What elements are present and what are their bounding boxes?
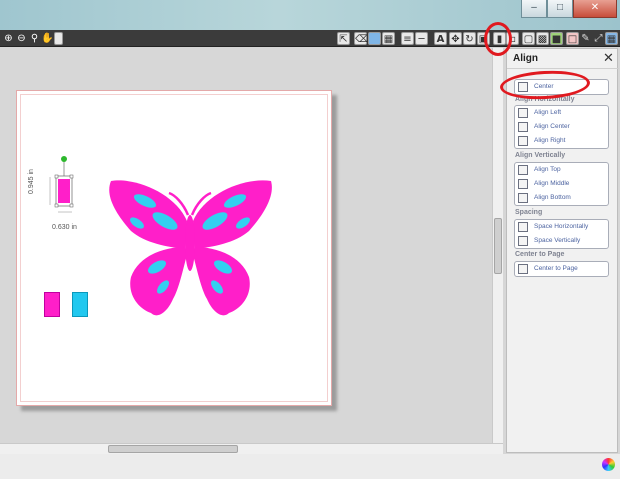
pink-rectangle[interactable] — [44, 292, 60, 317]
height-dimension-label: 0.945 in — [28, 169, 35, 194]
selected-rectangle[interactable] — [58, 179, 70, 203]
library-icon[interactable]: ▦ — [605, 32, 618, 45]
space-vertically-button[interactable]: Space Vertically — [515, 234, 608, 248]
zoom-fit-icon[interactable]: ⚲ — [28, 32, 41, 45]
horizontal-scrollbar[interactable] — [0, 443, 503, 454]
fill-icon[interactable]: □ — [566, 32, 579, 45]
trace-icon[interactable]: ▢ — [522, 32, 535, 45]
panel-close-icon[interactable]: ✕ — [603, 50, 614, 66]
align-vertically-group: Align Top Align Middle Align Bottom — [514, 162, 609, 206]
ruler-icon[interactable]: ≡ — [401, 32, 414, 45]
window-title-bar: – □ ✕ — [0, 0, 620, 30]
send-icon[interactable]: ■ — [550, 32, 563, 45]
vertical-scroll-thumb[interactable] — [494, 218, 502, 274]
butterfly-wings — [109, 180, 272, 316]
align-center-label: Align Center — [534, 123, 570, 130]
align-center-button[interactable]: Align Center — [515, 120, 608, 134]
offset-icon[interactable]: ▩ — [536, 32, 549, 45]
space-vertically-icon — [518, 236, 528, 246]
space-horizontally-icon — [518, 222, 528, 232]
line-icon[interactable]: ─ — [415, 32, 428, 45]
toolbar: ⊕ ⊖ ⚲ ✋ ⇱ ⌫ ▦ ≡ ─ A ✥ ↻ ▣ ▮ ▫ ▢ ▩ ■ □ ✎ … — [0, 30, 620, 47]
move-icon[interactable]: ✥ — [449, 32, 462, 45]
image-icon[interactable] — [368, 32, 381, 45]
spacing-heading: Spacing — [515, 209, 543, 216]
design-canvas[interactable]: 0.945 in 0.630 in — [0, 48, 492, 443]
align-panel: Align ✕ Center Align Horizontally Align … — [506, 48, 619, 453]
butterfly-shape[interactable] — [105, 173, 275, 323]
minimize-button[interactable]: – — [521, 0, 547, 18]
align-vertically-heading: Align Vertically — [515, 152, 566, 159]
page-icon[interactable] — [54, 32, 63, 45]
align-left-button[interactable]: Align Left — [515, 106, 608, 120]
align-top-button[interactable]: Align Top — [515, 163, 608, 177]
spacing-group: Space Horizontally Space Vertically — [514, 219, 609, 249]
align-right-icon — [518, 136, 528, 146]
align-bottom-icon — [518, 193, 528, 203]
cyan-rectangle[interactable] — [72, 292, 88, 317]
align-bottom-button[interactable]: Align Bottom — [515, 191, 608, 205]
vertical-scrollbar[interactable] — [492, 48, 503, 443]
align-right-button[interactable]: Align Right — [515, 134, 608, 148]
center-to-page-label: Center to Page — [534, 265, 578, 272]
horizontal-scroll-thumb[interactable] — [108, 445, 238, 453]
zoom-in-icon[interactable]: ⊕ — [2, 32, 15, 45]
align-center-icon — [518, 122, 528, 132]
align-top-icon — [518, 165, 528, 175]
align-middle-button[interactable]: Align Middle — [515, 177, 608, 191]
align-left-icon — [518, 108, 528, 118]
text-icon[interactable]: A — [434, 32, 447, 45]
eraser-icon[interactable]: ⌫ — [354, 32, 369, 45]
status-strip — [0, 454, 620, 479]
pen-icon[interactable]: ✎ — [579, 32, 592, 45]
align-right-label: Align Right — [534, 137, 566, 144]
color-wheel-icon[interactable] — [602, 458, 615, 471]
align-left-label: Align Left — [534, 109, 562, 116]
space-vertically-label: Space Vertically — [534, 237, 581, 244]
expand-icon[interactable]: ⤢ — [592, 32, 605, 45]
width-dimension-label: 0.630 in — [52, 224, 77, 231]
panel-header: Align ✕ — [507, 49, 619, 69]
align-middle-label: Align Middle — [534, 180, 570, 187]
align-middle-icon — [518, 179, 528, 189]
pan-icon[interactable]: ✋ — [41, 32, 54, 45]
center-to-page-button[interactable]: Center to Page — [515, 262, 608, 276]
select-tool-icon[interactable]: ⇱ — [337, 32, 350, 45]
rotation-handle[interactable] — [61, 156, 67, 162]
selection-box[interactable] — [28, 154, 98, 234]
zoom-out-icon[interactable]: ⊖ — [15, 32, 28, 45]
center-to-page-group: Center to Page — [514, 261, 609, 277]
maximize-button[interactable]: □ — [547, 0, 573, 18]
space-horizontally-button[interactable]: Space Horizontally — [515, 220, 608, 234]
grid-icon[interactable]: ▦ — [382, 32, 395, 45]
align-top-label: Align Top — [534, 166, 561, 173]
align-bottom-label: Align Bottom — [534, 194, 571, 201]
space-horizontally-label: Space Horizontally — [534, 223, 589, 230]
annotation-circle-align-icon — [484, 22, 512, 56]
center-to-page-heading: Center to Page — [515, 251, 565, 258]
center-to-page-icon — [518, 264, 528, 274]
panel-title: Align — [513, 53, 538, 64]
align-horizontally-group: Align Left Align Center Align Right — [514, 105, 609, 149]
close-window-button[interactable]: ✕ — [573, 0, 617, 18]
rotate-icon[interactable]: ↻ — [463, 32, 476, 45]
